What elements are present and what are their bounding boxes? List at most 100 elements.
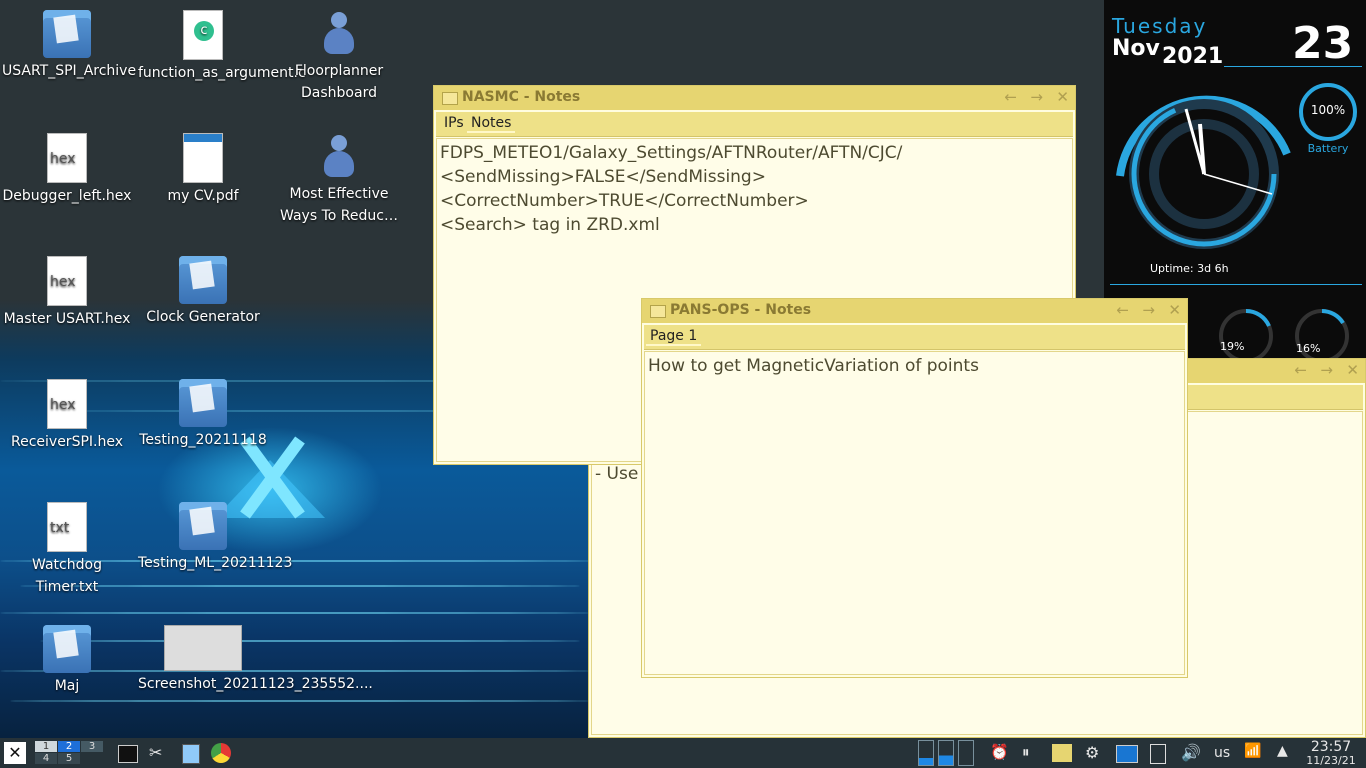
text-editor-icon[interactable] (182, 744, 200, 764)
close-button[interactable]: ✕ (1346, 361, 1359, 379)
desktop-icon-floorplanner-dashboard[interactable]: Floorplanner Dashboard (274, 10, 404, 104)
workspace-pager: 1 2 3 4 5 (33, 740, 105, 766)
desktop-icon-label: Maj (54, 678, 80, 694)
desktop-icon-label: Master USART.hex (3, 311, 131, 327)
desktop-icon-usart-spi-archive[interactable]: USART_SPI_Archive (2, 10, 137, 82)
desktop-icon-function-as-argument[interactable]: c function_as_argument.c (138, 10, 306, 84)
day-text: 23 (1292, 18, 1354, 69)
desktop-icon-screenshot[interactable]: Screenshot_20211123_235552.... (138, 625, 373, 695)
chrome-browser-icon[interactable] (211, 743, 231, 763)
battery-label: Battery (1307, 142, 1349, 155)
person-app-icon (320, 10, 358, 58)
desktop-icon-maj[interactable]: Maj (2, 625, 132, 697)
window-titlebar[interactable]: PANS-OPS - Notes ← → ✕ (642, 299, 1187, 323)
txt-file-icon: txt (47, 502, 87, 552)
wallpaper-stripe (10, 700, 590, 702)
cpu1-percent: 19% (1220, 340, 1245, 353)
back-button[interactable]: ← (1116, 301, 1129, 319)
analog-clock (1116, 95, 1291, 249)
workspace-4[interactable]: 4 (35, 753, 57, 764)
back-button[interactable]: ← (1294, 361, 1307, 379)
pause-icon[interactable]: ⏸ (1022, 743, 1030, 763)
desktop-icon-label: function_as_argument.c (138, 65, 306, 81)
clock[interactable]: 23:57 11/23/21 (1300, 739, 1362, 767)
clock-date: 11/23/21 (1306, 754, 1356, 767)
wallpaper-stripe (0, 612, 590, 614)
desktop-icon-label: Most Effective Ways To Reduc… (280, 186, 398, 224)
hex-file-icon: hex (47, 256, 87, 306)
year-text: 2021 (1162, 44, 1224, 69)
tray-expand-icon[interactable]: ▲ (1277, 743, 1288, 763)
notes-window-pans-ops[interactable]: PANS-OPS - Notes ← → ✕ Page 1 How to get… (641, 298, 1188, 678)
workspace-1[interactable]: 1 (35, 741, 57, 752)
clipboard-icon[interactable] (1150, 744, 1166, 764)
window-titlebar[interactable]: NASMC - Notes ← → ✕ (434, 86, 1075, 110)
settings-tools-icon[interactable]: ✂ (149, 743, 171, 763)
forward-button[interactable]: → (1030, 88, 1043, 106)
hex-file-icon: hex (47, 133, 87, 183)
cpu-meter-icon (918, 740, 934, 766)
volume-icon[interactable]: 🔊 (1181, 743, 1201, 763)
terminal-tray-icon[interactable] (1116, 745, 1138, 763)
back-button[interactable]: ← (1004, 88, 1017, 106)
desktop-icon-label: Clock Generator (146, 309, 260, 325)
terminal-launcher-icon[interactable] (118, 745, 138, 763)
forward-button[interactable]: → (1142, 301, 1155, 319)
workspace-3[interactable]: 3 (81, 741, 103, 752)
desktop-icon-label: Watchdog Timer.txt (32, 557, 102, 595)
close-button[interactable]: ✕ (1056, 88, 1069, 106)
uptime-divider (1110, 284, 1362, 285)
image-file-icon (164, 625, 242, 671)
folder-icon (179, 256, 227, 304)
desktop-icon-label: my CV.pdf (167, 188, 239, 204)
taskbar: ✕ 1 2 3 4 5 ✂ ⏰ ⏸ ⚙ 🔊 us 📶 ▲ 23:57 11/23… (0, 738, 1366, 768)
person-app-icon (320, 133, 358, 181)
swap-meter-icon (958, 740, 974, 766)
window-title: NASMC - Notes (462, 89, 581, 105)
note-line: <Search> tag in ZRD.xml (440, 215, 660, 235)
tab-ips[interactable]: IPs (440, 115, 468, 131)
desktop-icon-testing-ml[interactable]: Testing_ML_20211123 (138, 502, 293, 574)
forward-button[interactable]: → (1320, 361, 1333, 379)
alarm-icon[interactable]: ⏰ (990, 743, 1009, 763)
desktop-icon-clock-generator[interactable]: Clock Generator (138, 256, 268, 328)
desktop-icon-label: Debugger_left.hex (2, 188, 132, 204)
note-body[interactable]: How to get MagneticVariation of points (644, 351, 1185, 675)
tab-notes[interactable]: Notes (467, 115, 516, 133)
battery-percent: 100% (1310, 103, 1346, 117)
workspace-5[interactable]: 5 (58, 753, 80, 764)
tab-bar: IPs Notes (436, 112, 1073, 137)
folder-icon (179, 502, 227, 550)
gear-icon[interactable]: ⚙ (1085, 743, 1099, 763)
desktop-icon-watchdog-timer[interactable]: txt Watchdog Timer.txt (2, 502, 132, 598)
note-line: <CorrectNumber>TRUE</CorrectNumber> (440, 191, 809, 211)
notes-tray-icon[interactable] (1052, 744, 1072, 762)
desktop-icon-most-effective-ways[interactable]: Most Effective Ways To Reduc… (274, 133, 404, 227)
date-divider (1224, 66, 1362, 67)
note-line: FDPS_METEO1/Galaxy_Settings/AFTNRouter/A… (440, 143, 903, 163)
desktop-icon-master-usart[interactable]: hex Master USART.hex (2, 256, 132, 330)
desktop-icon-label: Floorplanner Dashboard (294, 63, 384, 101)
app-menu-button[interactable]: ✕ (4, 742, 26, 764)
desktop-icon-label: ReceiverSPI.hex (11, 434, 123, 450)
workspace-2[interactable]: 2 (58, 741, 80, 752)
desktop-icon-receiver-spi[interactable]: hex ReceiverSPI.hex (2, 379, 132, 453)
month-text: Nov (1112, 36, 1160, 61)
wifi-icon[interactable]: 📶 (1244, 743, 1261, 763)
tab-page-1[interactable]: Page 1 (646, 328, 702, 346)
memory-meter-icon (938, 740, 954, 766)
folder-icon (179, 379, 227, 427)
desktop-icon-testing-20211118[interactable]: Testing_20211118 (138, 379, 268, 451)
weekday-text: Tuesday (1112, 14, 1208, 38)
close-button[interactable]: ✕ (1168, 301, 1181, 319)
desktop-icon-label: Testing_ML_20211123 (138, 555, 293, 571)
hex-file-icon: hex (47, 379, 87, 429)
keyboard-layout[interactable]: us (1214, 745, 1230, 765)
desktop-icon-label: USART_SPI_Archive (2, 63, 137, 79)
cpu1-gauge (1219, 308, 1273, 363)
desktop-icon-debugger-left[interactable]: hex Debugger_left.hex (2, 133, 132, 207)
c-file-icon: c (183, 10, 223, 60)
desktop-icon-my-cv[interactable]: my CV.pdf (138, 133, 268, 207)
note-line: <SendMissing>FALSE</SendMissing> (440, 167, 766, 187)
notes-app-icon (650, 305, 666, 318)
